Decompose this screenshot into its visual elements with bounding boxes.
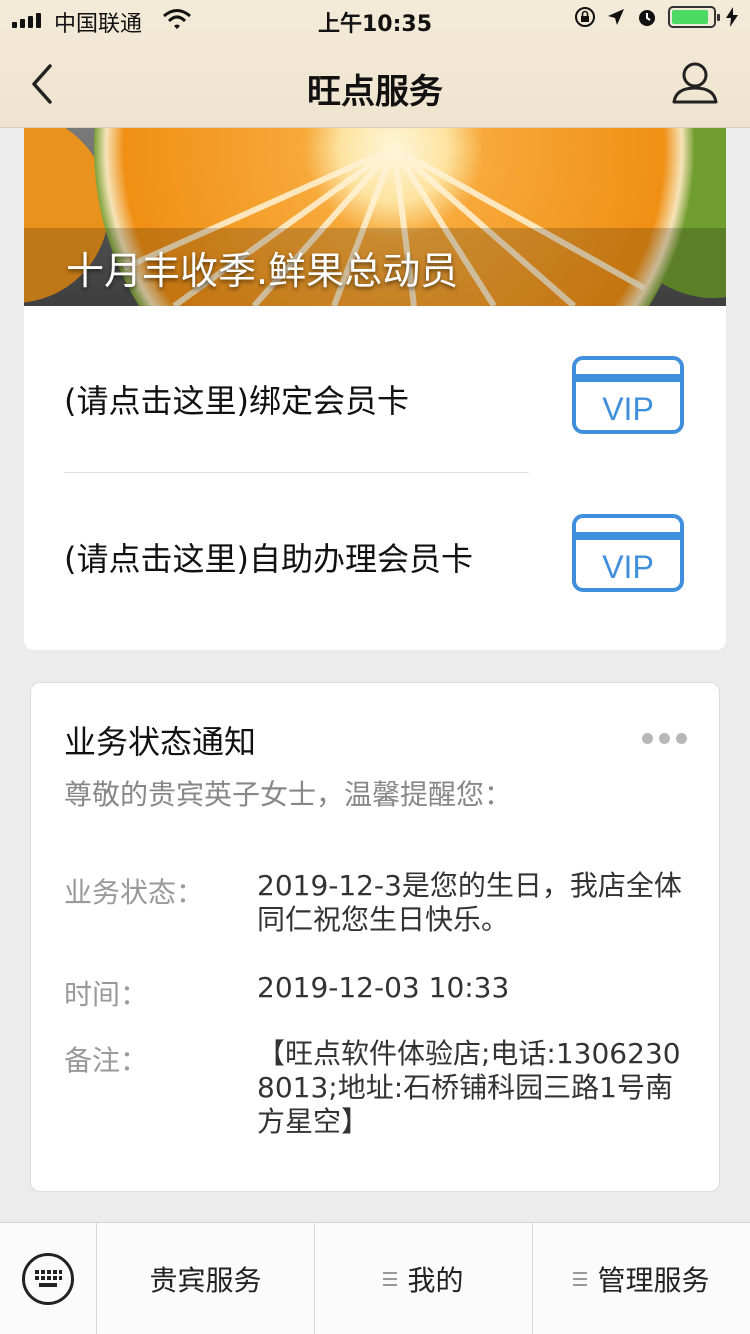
menu-management-label: 管理服务	[597, 1264, 710, 1297]
menu-vip-service[interactable]: 贵宾服务	[97, 1223, 315, 1334]
submenu-icon	[383, 1272, 398, 1286]
time-value: 2019-12-03 10:33	[257, 971, 510, 1004]
more-icon[interactable]	[642, 733, 687, 744]
keyboard-toggle-button[interactable]	[0, 1223, 97, 1334]
notification-title: 业务状态通知	[64, 723, 257, 761]
time-label: 时间：	[64, 978, 149, 1011]
status-bar: 中国联通 上午10:35	[0, 0, 750, 40]
status-value: 2019-12-3是您的生日，我店全体同仁祝您生日快乐。	[257, 869, 682, 936]
alarm-icon	[639, 10, 655, 26]
rotation-lock-icon	[575, 7, 595, 27]
vip-card-icon: VIP	[572, 356, 684, 434]
member-card: 十月丰收季.鲜果总动员 (请点击这里)绑定会员卡 VIP (请点击这里)自助办理…	[24, 128, 726, 650]
menu-mine[interactable]: 我的	[315, 1223, 533, 1334]
apply-card-row[interactable]: (请点击这里)自助办理会员卡 VIP	[24, 486, 726, 616]
notification-greeting: 尊敬的贵宾英子女士，温馨提醒您：	[64, 778, 513, 811]
user-icon[interactable]	[670, 58, 720, 110]
menu-vip-service-label: 贵宾服务	[149, 1264, 262, 1297]
keyboard-icon	[22, 1253, 74, 1305]
charging-icon	[726, 7, 738, 27]
remark-value: 【旺点软件体验店;电话:13062308013;地址:石桥铺科园三路1号南方星空…	[257, 1037, 681, 1138]
vip-badge-text: VIP	[602, 391, 654, 427]
submenu-icon	[573, 1272, 588, 1286]
battery-fill	[672, 10, 708, 24]
nav-bar: 旺点服务	[0, 40, 750, 128]
menu-management[interactable]: 管理服务	[533, 1223, 750, 1334]
divider	[64, 472, 529, 473]
location-icon	[608, 9, 624, 25]
banner-caption: 十月丰收季.鲜果总动员	[66, 249, 459, 293]
remark-label: 备注：	[64, 1044, 149, 1077]
page-title: 旺点服务	[307, 72, 443, 112]
apply-card-label: (请点击这里)自助办理会员卡	[64, 540, 473, 578]
top-bar: 中国联通 上午10:35 旺点服务	[0, 0, 750, 128]
status-icons	[574, 6, 738, 28]
menu-mine-label: 我的	[407, 1264, 464, 1297]
bind-card-row[interactable]: (请点击这里)绑定会员卡 VIP	[24, 328, 726, 458]
vip-badge-text: VIP	[602, 549, 654, 585]
notification-card: 业务状态通知 尊敬的贵宾英子女士，温馨提醒您： 业务状态： 2019-12-3是…	[30, 682, 720, 1192]
bottom-menu: 贵宾服务 我的 管理服务	[0, 1222, 750, 1334]
promo-banner[interactable]: 十月丰收季.鲜果总动员	[24, 128, 726, 306]
vip-card-icon: VIP	[572, 514, 684, 592]
bind-card-label: (请点击这里)绑定会员卡	[64, 382, 409, 420]
status-label: 业务状态：	[64, 876, 205, 909]
battery-icon	[668, 6, 720, 28]
